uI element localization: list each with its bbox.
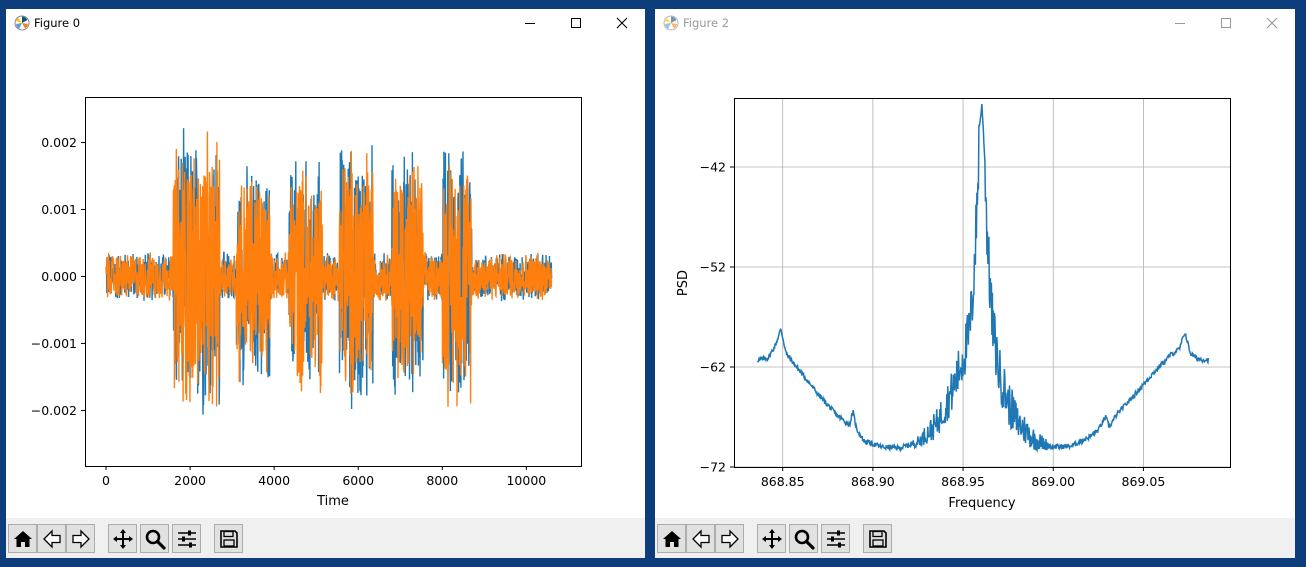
y-tick-label: 0.002 [41,135,77,150]
zoom-button[interactable] [140,524,169,553]
close-icon [616,17,628,29]
minimize-button[interactable] [507,9,553,37]
save-button[interactable] [214,524,243,553]
x-tick-label: 869.05 [1122,474,1166,489]
pan-icon [761,528,782,549]
window-title: Figure 2 [683,16,730,30]
configure-subplots-button[interactable] [821,524,850,553]
maximize-icon [1221,18,1231,28]
back-button[interactable] [37,524,66,553]
axes-background [734,98,1230,467]
pan-button[interactable] [757,524,786,553]
x-tick-label: 4000 [258,473,290,488]
x-tick-label: 10000 [506,473,546,488]
minimize-button[interactable] [1157,9,1203,37]
x-tick-label: 8000 [426,473,458,488]
close-button[interactable] [1249,9,1295,37]
configure-subplots-icon [826,530,845,547]
y-tick-label: −62 [700,360,726,375]
configure-subplots-button[interactable] [172,524,201,553]
y-tick-label: 0.001 [41,202,77,217]
x-tick-label: 868.90 [851,474,895,489]
zoom-button[interactable] [789,524,818,553]
save-icon [868,529,887,548]
home-button[interactable] [657,524,686,553]
window-title: Figure 0 [34,16,81,30]
back-button[interactable] [686,524,715,553]
maximize-button[interactable] [553,9,599,37]
psd-plot[interactable]: 868.85 868.90 868.95 869.00 869.05 −72 −62 −52 −… [655,37,1295,518]
title-bar[interactable]: Figure 2 [655,9,1295,37]
x-tick-label: 0 [102,473,110,488]
matplotlib-logo-icon [663,15,679,31]
navigation-toolbar [655,518,1295,558]
home-icon [662,530,681,547]
matplotlib-logo-icon [14,15,30,31]
x-tick-label: 869.00 [1031,474,1075,489]
home-button[interactable] [8,524,37,553]
figure-0-window: Figure 0 0 2000 4000 6000 8000 10000 −0.002 −0.… [6,9,645,558]
configure-subplots-icon [177,530,196,547]
y-axis-label: PSD [676,270,691,296]
x-tick-label: 868.95 [941,474,985,489]
y-tick-label: −72 [700,460,726,475]
back-arrow-icon [691,528,710,549]
x-tick-label: 868.85 [761,474,805,489]
title-bar[interactable]: Figure 0 [6,9,645,37]
maximize-button[interactable] [1203,9,1249,37]
minimize-icon [525,23,535,24]
y-tick-label: 0.000 [41,269,77,284]
y-tick-label: −52 [700,260,726,275]
y-tick-label: −0.002 [31,403,77,418]
x-tick-label: 2000 [174,473,206,488]
forward-button[interactable] [66,524,95,553]
forward-arrow-icon [720,528,739,549]
zoom-icon [145,529,166,550]
figure-2-window: Figure 2 868.85 868.90 868.95 869.00 869.05 −… [655,9,1295,558]
maximize-icon [571,18,581,28]
minimize-icon [1175,23,1185,24]
close-button[interactable] [599,9,645,37]
save-button[interactable] [863,524,892,553]
x-tick-label: 6000 [342,473,374,488]
pan-button[interactable] [108,524,137,553]
y-tick-label: −0.001 [31,336,77,351]
save-icon [219,529,238,548]
zoom-icon [794,529,815,550]
forward-button[interactable] [715,524,744,553]
x-axis-label: Frequency [948,496,1015,511]
x-axis-label: Time [316,494,349,509]
home-icon [13,530,32,547]
pan-icon [112,528,133,549]
forward-arrow-icon [71,528,90,549]
time-domain-plot[interactable]: 0 2000 4000 6000 8000 10000 −0.002 −0.001 0.000 0… [6,37,645,518]
back-arrow-icon [42,528,61,549]
close-icon [1266,17,1278,29]
navigation-toolbar [6,518,645,558]
y-tick-label: −42 [700,160,726,175]
